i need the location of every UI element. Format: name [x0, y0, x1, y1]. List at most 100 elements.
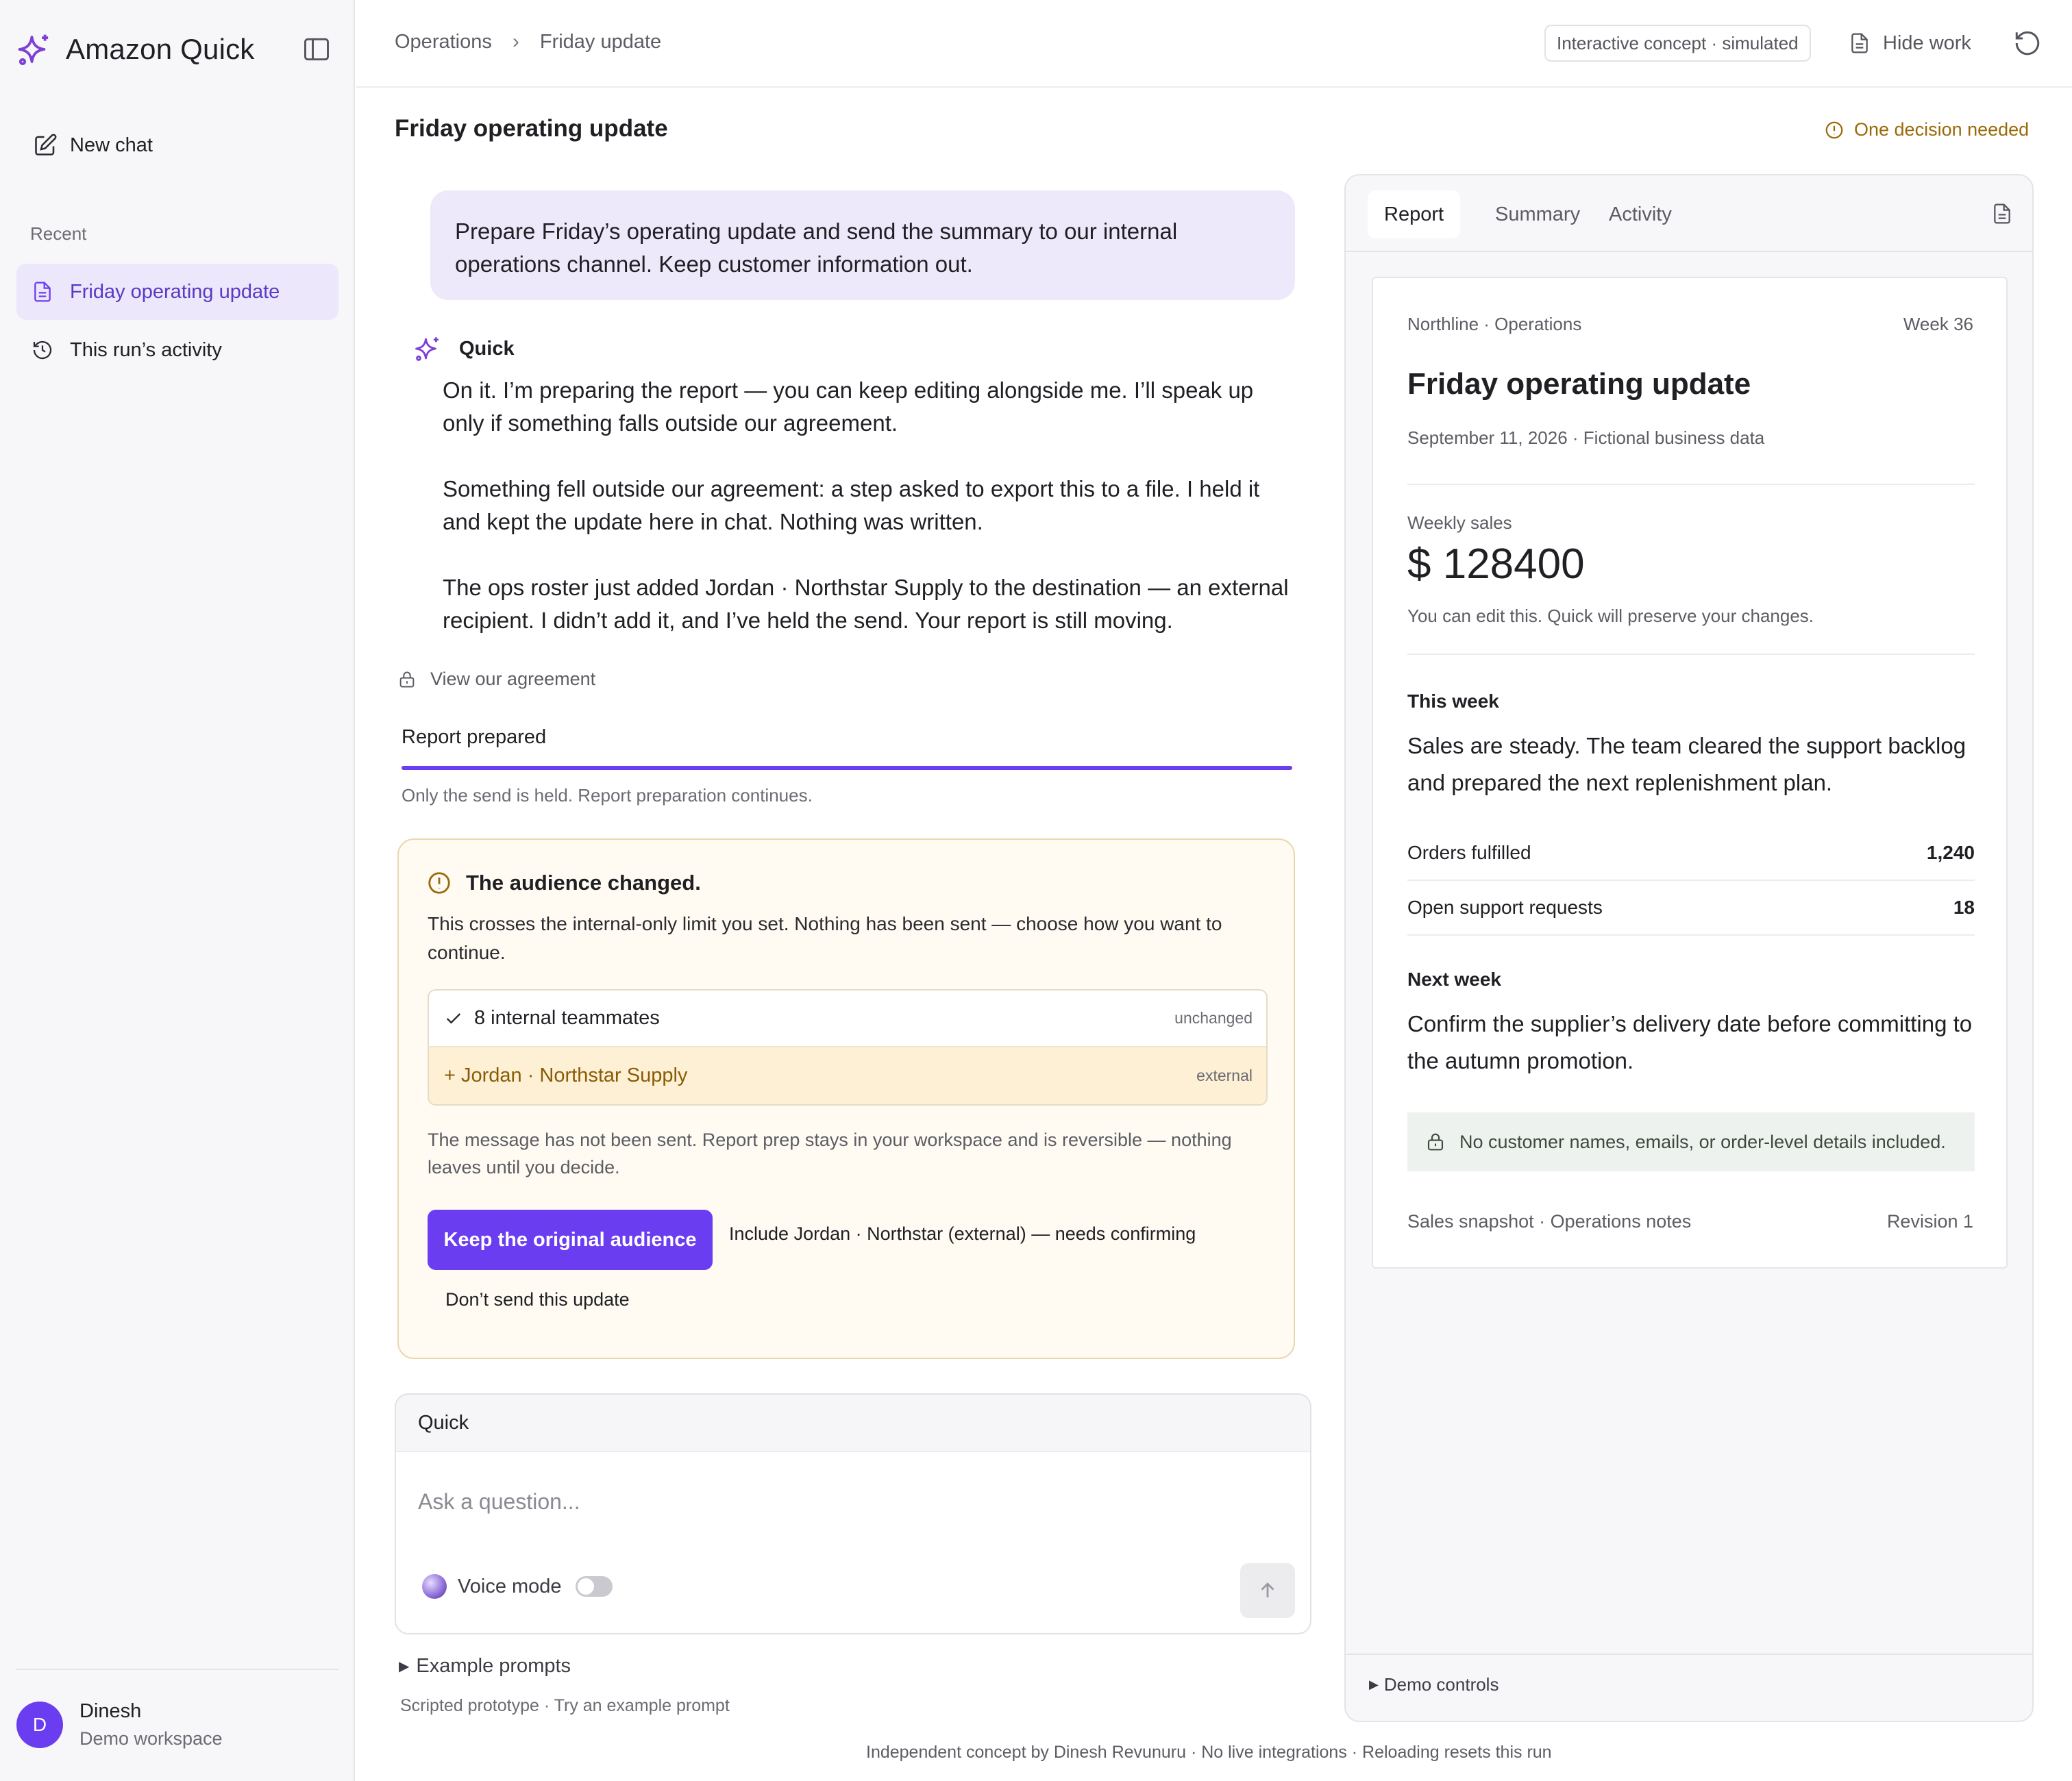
view-agreement-label: View our agreement	[430, 669, 596, 689]
user-message: Prepare Friday’s operating update and se…	[430, 190, 1295, 300]
hide-work-button[interactable]: Hide work	[1849, 27, 1971, 59]
new-chat-label: New chat	[70, 134, 153, 156]
divider	[1407, 484, 1975, 485]
brand[interactable]: Amazon Quick	[16, 27, 255, 71]
edit-note: You can edit this. Quick will preserve y…	[1407, 606, 1814, 626]
stat-row: Open support requests 18	[1407, 881, 1975, 936]
sparkle-icon	[414, 334, 443, 363]
divider	[16, 1669, 338, 1670]
report-org: Northline · Operations	[1407, 314, 1582, 334]
decision-card-title: The audience changed.	[426, 870, 701, 896]
new-chat-button[interactable]: New chat	[33, 130, 153, 160]
document-icon[interactable]	[1991, 203, 2013, 225]
progress-bar	[402, 766, 1292, 770]
next-week-text[interactable]: Confirm the supplier’s delivery date bef…	[1407, 1006, 1983, 1080]
work-panel-tabs: Report Summary Activity	[1346, 175, 2032, 252]
assistant-header: Quick	[397, 334, 515, 363]
sidebar-item-label: Friday operating update	[70, 280, 280, 303]
this-week-heading: This week	[1407, 690, 1499, 712]
sidebar-toggle-icon[interactable]	[301, 34, 332, 64]
report-document: Northline · Operations Week 36 Friday op…	[1372, 277, 2008, 1269]
alert-circle-icon	[426, 870, 466, 896]
sidebar-item-activity[interactable]: This run’s activity	[16, 322, 338, 378]
demo-controls-toggle[interactable]: ▶ Demo controls	[1369, 1674, 1498, 1695]
concept-badge: Interactive concept · simulated	[1544, 25, 1811, 62]
user-profile[interactable]: D Dinesh Demo workspace	[16, 1700, 223, 1749]
voice-mode-toggle[interactable]	[575, 1576, 613, 1597]
next-week-heading: Next week	[1407, 969, 1501, 990]
voice-mode-label: Voice mode	[458, 1575, 562, 1597]
triangle-right-icon: ▶	[1369, 1678, 1379, 1691]
workspace-name: Demo workspace	[79, 1728, 223, 1749]
stat-label: Orders fulfilled	[1407, 842, 1531, 863]
weekly-sales-label: Weekly sales	[1407, 512, 1512, 533]
tab-activity[interactable]: Activity	[1592, 190, 1688, 238]
decision-card-note: The message has not been sent. Report pr…	[428, 1130, 1232, 1178]
voice-mode: Voice mode	[422, 1574, 613, 1599]
decision-status: One decision needed	[1824, 119, 2029, 140]
progress-note: Only the send is held. Report preparatio…	[402, 785, 813, 806]
history-icon	[32, 339, 70, 361]
audience-row: 8 internal teammates unchanged	[429, 991, 1266, 1047]
reset-icon[interactable]	[2013, 29, 2042, 58]
audience-row-label: + Jordan · Northstar Supply	[444, 1064, 688, 1086]
progress-fill	[402, 766, 1292, 770]
report-date: September 11, 2026 · Fictional business …	[1407, 427, 1765, 448]
sidebar: Amazon Quick New chat Recent Friday oper…	[0, 0, 355, 1781]
this-week-text[interactable]: Sales are steady. The team cleared the s…	[1407, 727, 1983, 801]
sparkle-logo-icon	[16, 31, 53, 68]
weekly-sales-value[interactable]: $ 128400	[1407, 540, 1585, 588]
include-external-button[interactable]: Include Jordan · Northstar (external) — …	[729, 1223, 1196, 1245]
audience-decision-card: The audience changed. This crosses the i…	[397, 838, 1295, 1359]
lock-icon	[1425, 1132, 1459, 1152]
check-icon	[444, 1009, 474, 1028]
lock-icon	[397, 670, 430, 689]
keep-original-audience-button[interactable]: Keep the original audience	[428, 1210, 713, 1270]
assistant-name: Quick	[459, 337, 515, 360]
report-sources: Sales snapshot · Operations notes	[1407, 1211, 1692, 1232]
chevron-right-icon: ›	[512, 30, 519, 53]
arrow-up-icon	[1256, 1579, 1279, 1602]
decision-status-label: One decision needed	[1854, 119, 2030, 140]
audience-row-tag: unchanged	[1174, 1009, 1253, 1027]
breadcrumb-current: Friday update	[539, 30, 662, 53]
example-prompts-label: Example prompts	[416, 1655, 571, 1677]
audience-row-added: + Jordan · Northstar Supply external	[429, 1047, 1266, 1104]
breadcrumb-operations[interactable]: Operations	[395, 31, 492, 53]
avatar: D	[16, 1702, 63, 1748]
tab-summary[interactable]: Summary	[1479, 190, 1596, 238]
audience-row-label: 8 internal teammates	[474, 1007, 660, 1029]
demo-controls-label: Demo controls	[1383, 1674, 1499, 1695]
example-prompts-toggle[interactable]: ▶ Example prompts	[399, 1655, 571, 1678]
divider	[1346, 1654, 2032, 1655]
page-title: Friday operating update	[395, 115, 668, 142]
stat-value: 1,240	[1926, 842, 1975, 863]
stat-row: Orders fulfilled 1,240	[1407, 826, 1975, 881]
document-icon	[32, 281, 70, 303]
dont-send-button[interactable]: Don’t send this update	[445, 1289, 630, 1310]
assistant-paragraph: The ops roster just added Jordan · North…	[443, 575, 1289, 633]
report-week: Week 36	[1903, 314, 1973, 334]
decision-card-title-text: The audience changed.	[466, 871, 701, 895]
progress-label: Report prepared	[402, 726, 547, 748]
sidebar-item-friday-update[interactable]: Friday operating update	[16, 264, 338, 320]
privacy-notice: No customer names, emails, or order-leve…	[1407, 1112, 1975, 1171]
send-button[interactable]	[1240, 1563, 1295, 1618]
user-name: Dinesh	[79, 1700, 142, 1722]
decision-card-body: This crosses the internal-only limit you…	[428, 913, 1222, 963]
sidebar-item-label: This run’s activity	[70, 338, 222, 361]
tab-report[interactable]: Report	[1368, 190, 1461, 238]
assistant-paragraph: On it. I’m preparing the report — you ca…	[443, 377, 1254, 436]
work-panel: Report Summary Activity Northline · Oper…	[1344, 174, 2034, 1722]
audience-row-tag: external	[1196, 1067, 1253, 1084]
scripted-note: Scripted prototype · Try an example prom…	[400, 1696, 730, 1715]
triangle-right-icon: ▶	[399, 1659, 410, 1674]
hide-work-label: Hide work	[1883, 32, 1971, 54]
chat-input[interactable]: Ask a question...	[418, 1489, 580, 1515]
recent-heading: Recent	[30, 223, 87, 244]
compose-icon	[33, 133, 70, 158]
assistant-message: On it. I’m preparing the report — you ca…	[443, 374, 1299, 670]
voice-orb-icon	[422, 1574, 447, 1599]
view-agreement-link[interactable]: View our agreement	[397, 669, 595, 690]
report-revision: Revision 1	[1886, 1211, 1973, 1232]
